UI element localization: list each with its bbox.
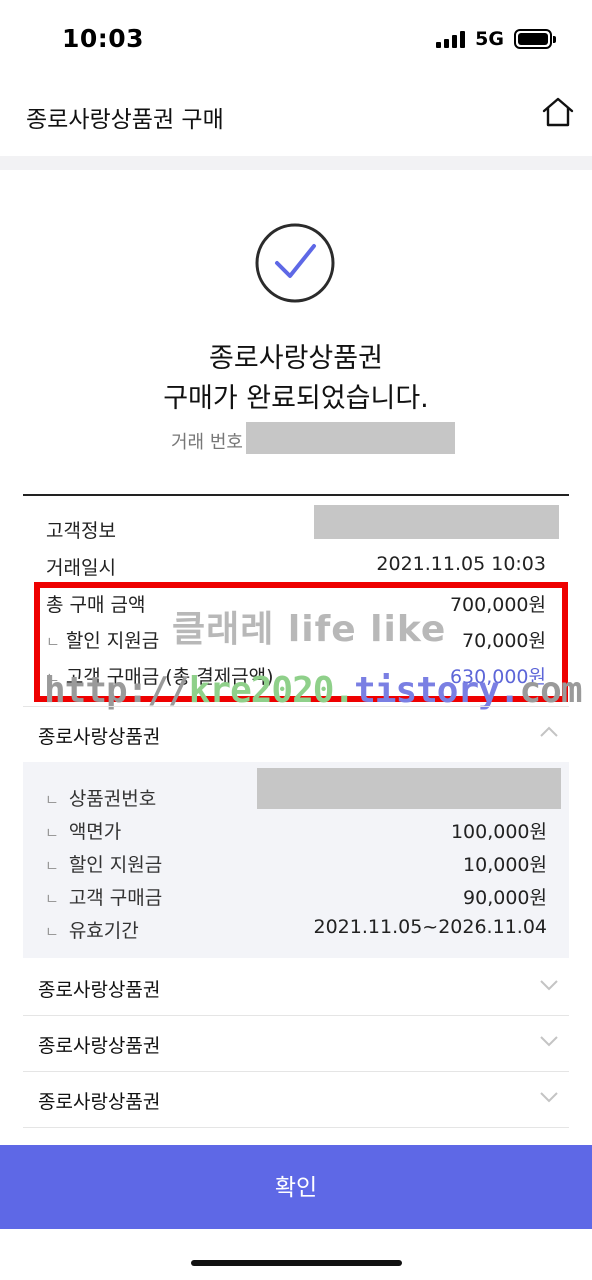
face-value-label: 액면가 xyxy=(68,821,122,843)
validity-label: 유효기간 xyxy=(68,920,139,942)
validity-value: 2021.11.05~2026.11.04 xyxy=(313,916,548,938)
voucher-discount-label: 할인 지원금 xyxy=(68,854,163,876)
summary-divider xyxy=(23,494,569,496)
face-value: 100,000원 xyxy=(450,821,547,843)
voucher-name: 종로사랑상품권 xyxy=(38,726,161,748)
transaction-number-label: 거래 번호 xyxy=(171,432,243,453)
status-time: 10:03 xyxy=(62,24,145,53)
voucher-name: 종로사랑상품권 xyxy=(38,979,161,1001)
transaction-number-redacted xyxy=(246,422,455,454)
validity-row: ㄴ 유효기간 2021.11.05~2026.11.04 xyxy=(45,916,547,943)
sub-item-marker: ㄴ xyxy=(45,923,59,941)
customer-info-label: 고객정보 xyxy=(46,520,116,542)
completion-title-line1: 종로사랑상품권 xyxy=(209,343,383,374)
face-value-row: ㄴ 액면가 100,000원 xyxy=(45,817,547,844)
transaction-date-label: 거래일시 xyxy=(46,557,116,579)
sub-item-marker: ㄴ xyxy=(45,890,59,908)
battery-icon xyxy=(514,29,556,49)
voucher-number-label: 상품권번호 xyxy=(68,788,157,810)
highlight-box xyxy=(34,582,568,702)
voucher-accordion-3[interactable]: 종로사랑상품권 xyxy=(23,1015,569,1071)
voucher-customer-value: 90,000원 xyxy=(463,887,547,909)
transaction-date-value: 2021.11.05 10:03 xyxy=(376,553,546,575)
header-separator xyxy=(0,156,592,170)
voucher-accordion-2[interactable]: 종로사랑상품권 xyxy=(23,959,569,1015)
header: 종로사랑상품권 구매 xyxy=(0,80,592,156)
chevron-down-icon xyxy=(540,1092,558,1103)
voucher-name: 종로사랑상품권 xyxy=(38,1091,161,1113)
confirm-button[interactable]: 확인 xyxy=(0,1145,592,1229)
sub-item-marker: ㄴ xyxy=(45,857,59,875)
chevron-down-icon xyxy=(540,980,558,991)
voucher-discount-row: ㄴ 할인 지원금 10,000원 xyxy=(45,850,547,877)
chevron-down-icon xyxy=(540,1036,558,1047)
signal-icon xyxy=(436,30,466,48)
status-bar: 10:03 5G xyxy=(0,0,592,80)
voucher-customer-label: 고객 구매금 xyxy=(68,887,163,909)
voucher-customer-row: ㄴ 고객 구매금 90,000원 xyxy=(45,883,547,910)
customer-info-redacted xyxy=(314,505,559,539)
status-indicators: 5G xyxy=(436,28,556,50)
check-circle-icon xyxy=(255,223,335,303)
sub-item-marker: ㄴ xyxy=(45,791,59,809)
transaction-date-row: 거래일시 2021.11.05 10:03 xyxy=(46,553,546,580)
voucher-accordion-1[interactable]: 종로사랑상품권 xyxy=(23,706,569,762)
home-button[interactable] xyxy=(540,94,576,130)
completion-title-line2: 구매가 완료되었습니다. xyxy=(163,383,429,414)
home-icon xyxy=(542,97,574,127)
page-title: 종로사랑상품권 구매 xyxy=(26,107,224,133)
voucher-accordion-4[interactable]: 종로사랑상품권 xyxy=(23,1071,569,1127)
voucher-discount-value: 10,000원 xyxy=(463,854,547,876)
home-indicator xyxy=(191,1260,402,1266)
network-label: 5G xyxy=(475,28,504,50)
chevron-up-icon xyxy=(540,726,558,737)
sub-item-marker: ㄴ xyxy=(45,824,59,842)
section-divider xyxy=(23,1127,569,1128)
voucher-name: 종로사랑상품권 xyxy=(38,1035,161,1057)
voucher-number-redacted xyxy=(257,768,561,809)
